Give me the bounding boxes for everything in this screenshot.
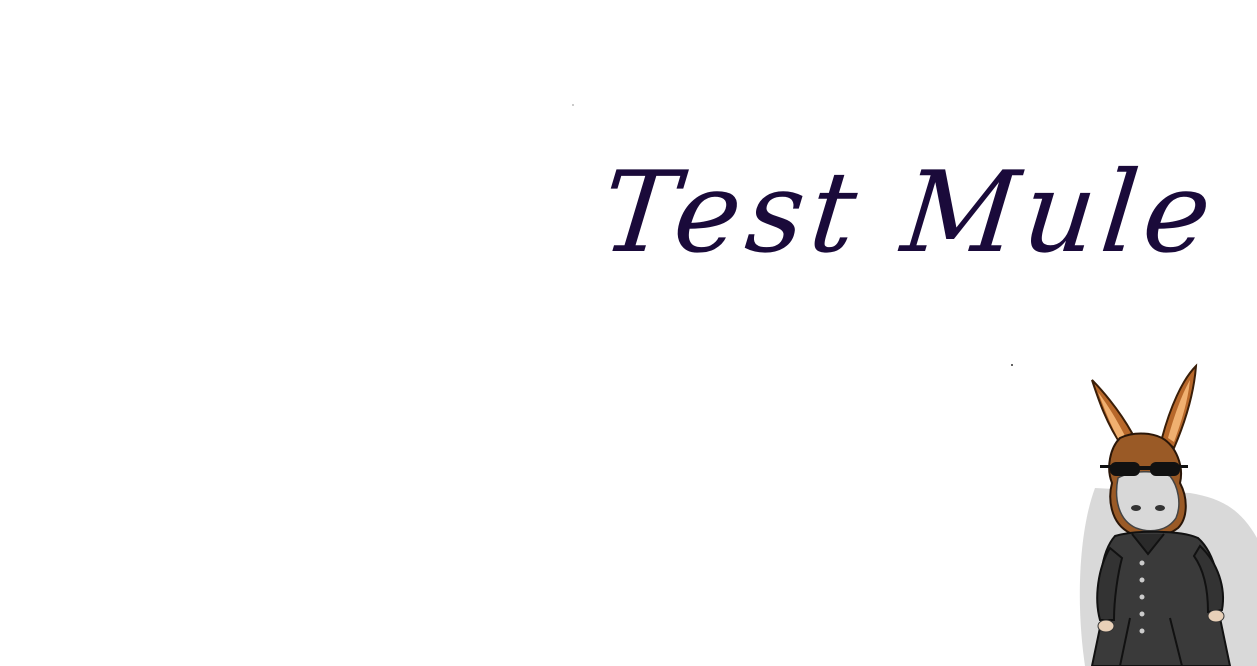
speck-dot bbox=[1011, 364, 1013, 366]
desktop-canvas: Test Mule bbox=[0, 0, 1257, 666]
title-text: Test Mule bbox=[596, 148, 1224, 278]
mule-mascot-icon bbox=[1079, 363, 1257, 666]
speck-dot bbox=[572, 104, 574, 106]
